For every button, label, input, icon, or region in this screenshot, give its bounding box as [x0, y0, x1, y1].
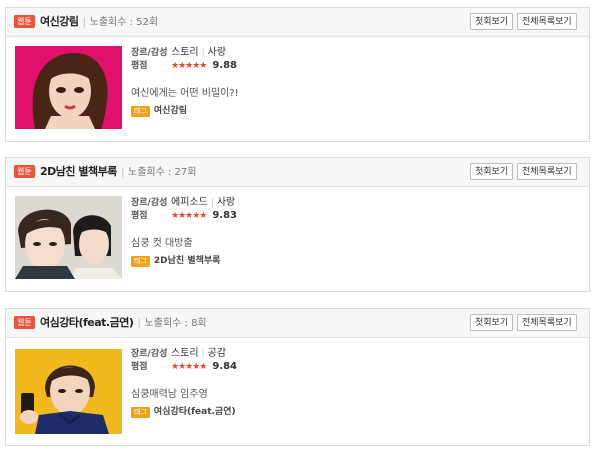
- view-count: 노출회수 : 8회: [144, 318, 207, 329]
- webtoon-thumbnail[interactable]: [15, 46, 122, 129]
- webtoon-title[interactable]: 여신강림 | 노출회수 : 52회: [40, 13, 158, 29]
- webtoon-description: 여신에게는 어떤 비밀이?!: [131, 88, 239, 99]
- tag-link[interactable]: 여심강타(feat.금연): [154, 407, 236, 417]
- webtoon-badge: 웹툰: [14, 316, 35, 329]
- full-list-button[interactable]: 전체목록보기: [517, 13, 577, 30]
- divider: |: [201, 48, 205, 58]
- rating-label: 평점: [131, 61, 148, 71]
- tag-icon: 태그: [131, 256, 150, 267]
- webtoon-card: 웹툰 여신강림 | 노출회수 : 52회 첫회보기 전체목록보기 장르/감성 스토리 |…: [5, 7, 590, 142]
- webtoon-description: 심쿵매력남 임주영: [131, 389, 208, 400]
- first-episode-button[interactable]: 첫회보기: [470, 314, 514, 331]
- webtoon-description: 심쿵 컷 대방출: [131, 238, 193, 249]
- divider: |: [210, 198, 214, 208]
- rating-label: 평점: [131, 362, 148, 372]
- title-text[interactable]: 여신강림: [40, 15, 79, 28]
- tag-icon: 태그: [131, 407, 150, 418]
- genre-2: 사랑: [216, 197, 236, 208]
- title-text[interactable]: 2D남친 별책부록: [40, 165, 117, 178]
- two-boys-portrait-image: [15, 196, 122, 279]
- view-count: 노출회수 : 27회: [128, 167, 197, 178]
- first-episode-button[interactable]: 첫회보기: [470, 13, 514, 30]
- card-header: 웹툰 여신강림 | 노출회수 : 52회 첫회보기 전체목록보기: [6, 8, 589, 37]
- card-header: 웹툰 여심강타(feat.금연) | 노출회수 : 8회 첫회보기 전체목록보기: [6, 309, 589, 338]
- webtoon-thumbnail[interactable]: [15, 349, 122, 434]
- webtoon-info: 장르/감성 스토리 | 공감 평점 ★★★★★ 9.84 심쿵매력남 임주영 태그 여심강타…: [131, 347, 237, 418]
- full-list-button[interactable]: 전체목록보기: [517, 314, 577, 331]
- tag-icon: 태그: [131, 106, 150, 117]
- star-rating-icon: ★★★★★: [171, 61, 207, 71]
- genre-1: 스토리: [171, 348, 199, 359]
- view-count: 노출회수 : 52회: [89, 17, 159, 28]
- rating-score: 9.83: [212, 210, 238, 221]
- divider: |: [82, 17, 86, 28]
- first-episode-button[interactable]: 첫회보기: [470, 163, 514, 180]
- divider: |: [120, 167, 125, 178]
- tag-link[interactable]: 여신강림: [154, 106, 187, 116]
- tag-link[interactable]: 2D남친 별책부록: [154, 256, 221, 266]
- divider: |: [201, 349, 205, 359]
- genre-1: 에피소드: [171, 197, 208, 208]
- girl-portrait-image: [15, 46, 122, 129]
- rating-score: 9.84: [212, 361, 238, 372]
- genre-2: 사랑: [207, 47, 227, 58]
- full-list-button[interactable]: 전체목록보기: [517, 163, 577, 180]
- webtoon-badge: 웹툰: [14, 15, 35, 28]
- rating-label: 평점: [131, 211, 148, 221]
- title-text[interactable]: 여심강타(feat.금연): [40, 316, 134, 329]
- webtoon-info: 장르/감성 에피소드 | 사랑 평점 ★★★★★ 9.83 심쿵 컷 대방출 태그 2D남친…: [131, 196, 237, 267]
- genre-2: 공감: [207, 348, 227, 359]
- rating-score: 9.88: [212, 60, 238, 71]
- star-rating-icon: ★★★★★: [171, 362, 207, 372]
- genre-1: 스토리: [171, 47, 199, 58]
- divider: |: [137, 318, 141, 329]
- webtoon-card: 웹툰 여심강타(feat.금연) | 노출회수 : 8회 첫회보기 전체목록보기 장…: [5, 308, 590, 446]
- webtoon-thumbnail[interactable]: [15, 196, 122, 279]
- webtoon-title[interactable]: 여심강타(feat.금연) | 노출회수 : 8회: [40, 314, 207, 330]
- webtoon-info: 장르/감성 스토리 | 사랑 평점 ★★★★★ 9.88 여신에게는 어떤 비밀이?! 태…: [131, 46, 239, 117]
- star-rating-icon: ★★★★★: [171, 211, 207, 221]
- webtoon-card: 웹툰 2D남친 별책부록 | 노출회수 : 27회 첫회보기 전체목록보기 장르/감…: [5, 157, 590, 292]
- man-with-phone-image: [15, 349, 122, 434]
- webtoon-badge: 웹툰: [14, 165, 35, 178]
- webtoon-title[interactable]: 2D남친 별책부록 | 노출회수 : 27회: [40, 163, 196, 179]
- card-header: 웹툰 2D남친 별책부록 | 노출회수 : 27회 첫회보기 전체목록보기: [6, 158, 589, 187]
